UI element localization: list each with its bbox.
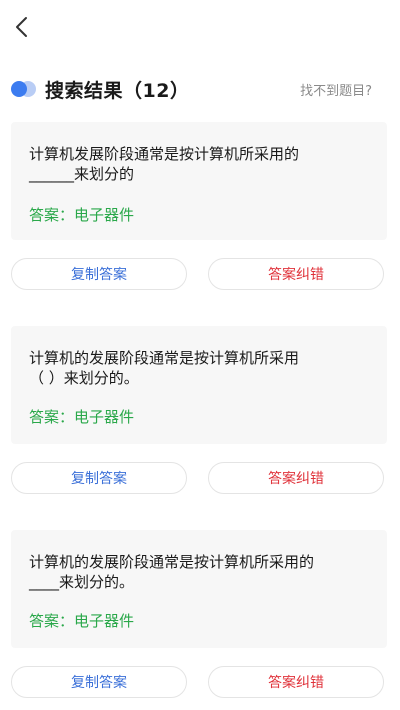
correct-answer-button[interactable]: 答案纠错 — [208, 258, 384, 290]
result-card: 计算机发展阶段通常是按计算机所采用的 ______来划分的 答案：电子器件 — [11, 122, 387, 240]
result-card: 计算机的发展阶段通常是按计算机所采用的 ____来划分的。 答案：电子器件 — [11, 530, 387, 648]
answer-text: 答案：电子器件 — [29, 206, 135, 224]
question-text: 计算机发展阶段通常是按计算机所采用的 ______来划分的 — [29, 145, 300, 183]
copy-answer-button[interactable]: 复制答案 — [11, 258, 187, 290]
chevron-left-icon — [16, 17, 27, 37]
results-header: 搜索结果（12） 找不到题目? — [0, 72, 400, 108]
answer-text: 答案：电子器件 — [29, 612, 135, 630]
correct-answer-button[interactable]: 答案纠错 — [208, 666, 384, 698]
correct-answer-button[interactable]: 答案纠错 — [208, 462, 384, 494]
toggle-icon — [11, 81, 36, 97]
answer-text: 答案：电子器件 — [29, 408, 135, 426]
copy-answer-button[interactable]: 复制答案 — [11, 462, 187, 494]
page-title: 搜索结果（12） — [45, 80, 190, 102]
question-text: 计算机的发展阶段通常是按计算机所采用 （ ）来划分的。 — [29, 349, 300, 387]
cant-find-question-link[interactable]: 找不到题目? — [300, 80, 372, 99]
question-text: 计算机的发展阶段通常是按计算机所采用的 ____来划分的。 — [29, 553, 315, 591]
copy-answer-button[interactable]: 复制答案 — [11, 666, 187, 698]
back-button[interactable] — [6, 12, 36, 42]
result-card: 计算机的发展阶段通常是按计算机所采用 （ ）来划分的。 答案：电子器件 — [11, 326, 387, 444]
